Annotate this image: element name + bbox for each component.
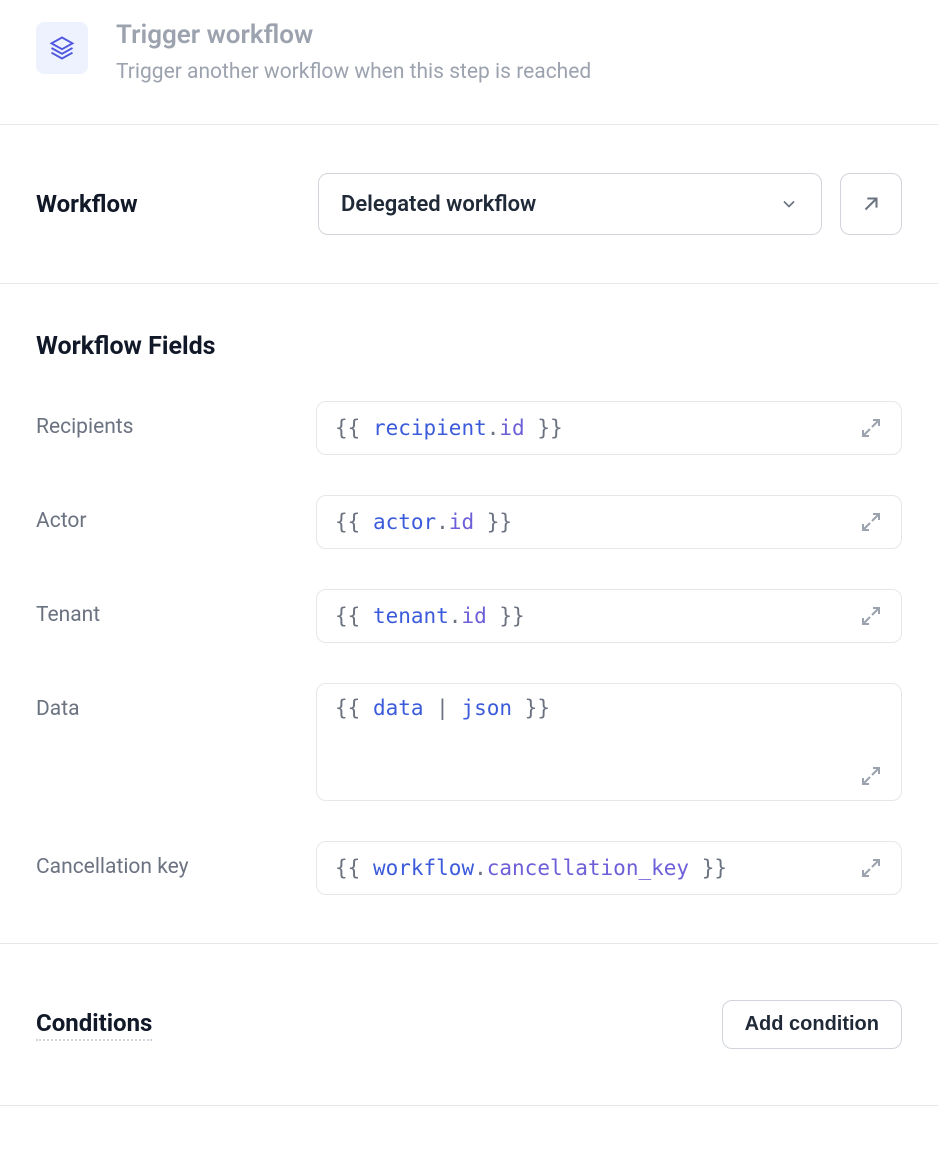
expand-icon[interactable] <box>859 510 883 534</box>
field-expression: {{ data | json }} <box>335 696 550 720</box>
field-label: Tenant <box>36 589 316 627</box>
chevron-down-icon <box>779 194 799 214</box>
layers-icon <box>48 34 76 62</box>
field-label: Recipients <box>36 401 316 439</box>
expand-icon[interactable] <box>859 604 883 628</box>
field-label: Data <box>36 683 316 721</box>
conditions-section: Conditions Add condition <box>0 944 938 1106</box>
expand-icon[interactable] <box>859 856 883 880</box>
conditions-title: Conditions <box>36 1009 152 1041</box>
open-workflow-button[interactable] <box>840 173 902 235</box>
field-row: Recipients {{ recipient.id }} <box>36 401 902 455</box>
field-row: Tenant {{ tenant.id }} <box>36 589 902 643</box>
field-expression: {{ recipient.id }} <box>335 416 563 440</box>
expand-icon[interactable] <box>859 416 883 440</box>
field-label: Cancellation key <box>36 841 316 879</box>
workflow-fields-section: Workflow Fields Recipients {{ recipient.i… <box>0 284 938 944</box>
field-input[interactable]: {{ data | json }} <box>316 683 902 801</box>
add-condition-button[interactable]: Add condition <box>722 1000 902 1049</box>
workflow-row: Workflow Delegated workflow <box>0 125 938 284</box>
workflow-icon-box <box>36 22 88 74</box>
workflow-select[interactable]: Delegated workflow <box>318 173 822 235</box>
page-subtitle: Trigger another workflow when this step … <box>116 60 591 84</box>
field-label: Actor <box>36 495 316 533</box>
field-expression: {{ workflow.cancellation_key }} <box>335 856 727 880</box>
field-row: Cancellation key {{ workflow.cancellation… <box>36 841 902 895</box>
field-row: Actor {{ actor.id }} <box>36 495 902 549</box>
field-input[interactable]: {{ recipient.id }} <box>316 401 902 455</box>
external-link-arrow-icon <box>860 193 882 215</box>
field-expression: {{ tenant.id }} <box>335 604 525 628</box>
field-expression: {{ actor.id }} <box>335 510 512 534</box>
field-input[interactable]: {{ workflow.cancellation_key }} <box>316 841 902 895</box>
header-text: Trigger workflow Trigger another workflo… <box>116 20 591 84</box>
expand-icon[interactable] <box>859 764 883 788</box>
field-row: Data {{ data | json }} <box>36 683 902 801</box>
field-input[interactable]: {{ tenant.id }} <box>316 589 902 643</box>
workflow-fields-title: Workflow Fields <box>36 332 902 361</box>
page-title: Trigger workflow <box>116 20 591 50</box>
workflow-label: Workflow <box>36 190 300 218</box>
workflow-selected-value: Delegated workflow <box>341 192 536 217</box>
header-section: Trigger workflow Trigger another workflo… <box>0 0 938 125</box>
field-input[interactable]: {{ actor.id }} <box>316 495 902 549</box>
